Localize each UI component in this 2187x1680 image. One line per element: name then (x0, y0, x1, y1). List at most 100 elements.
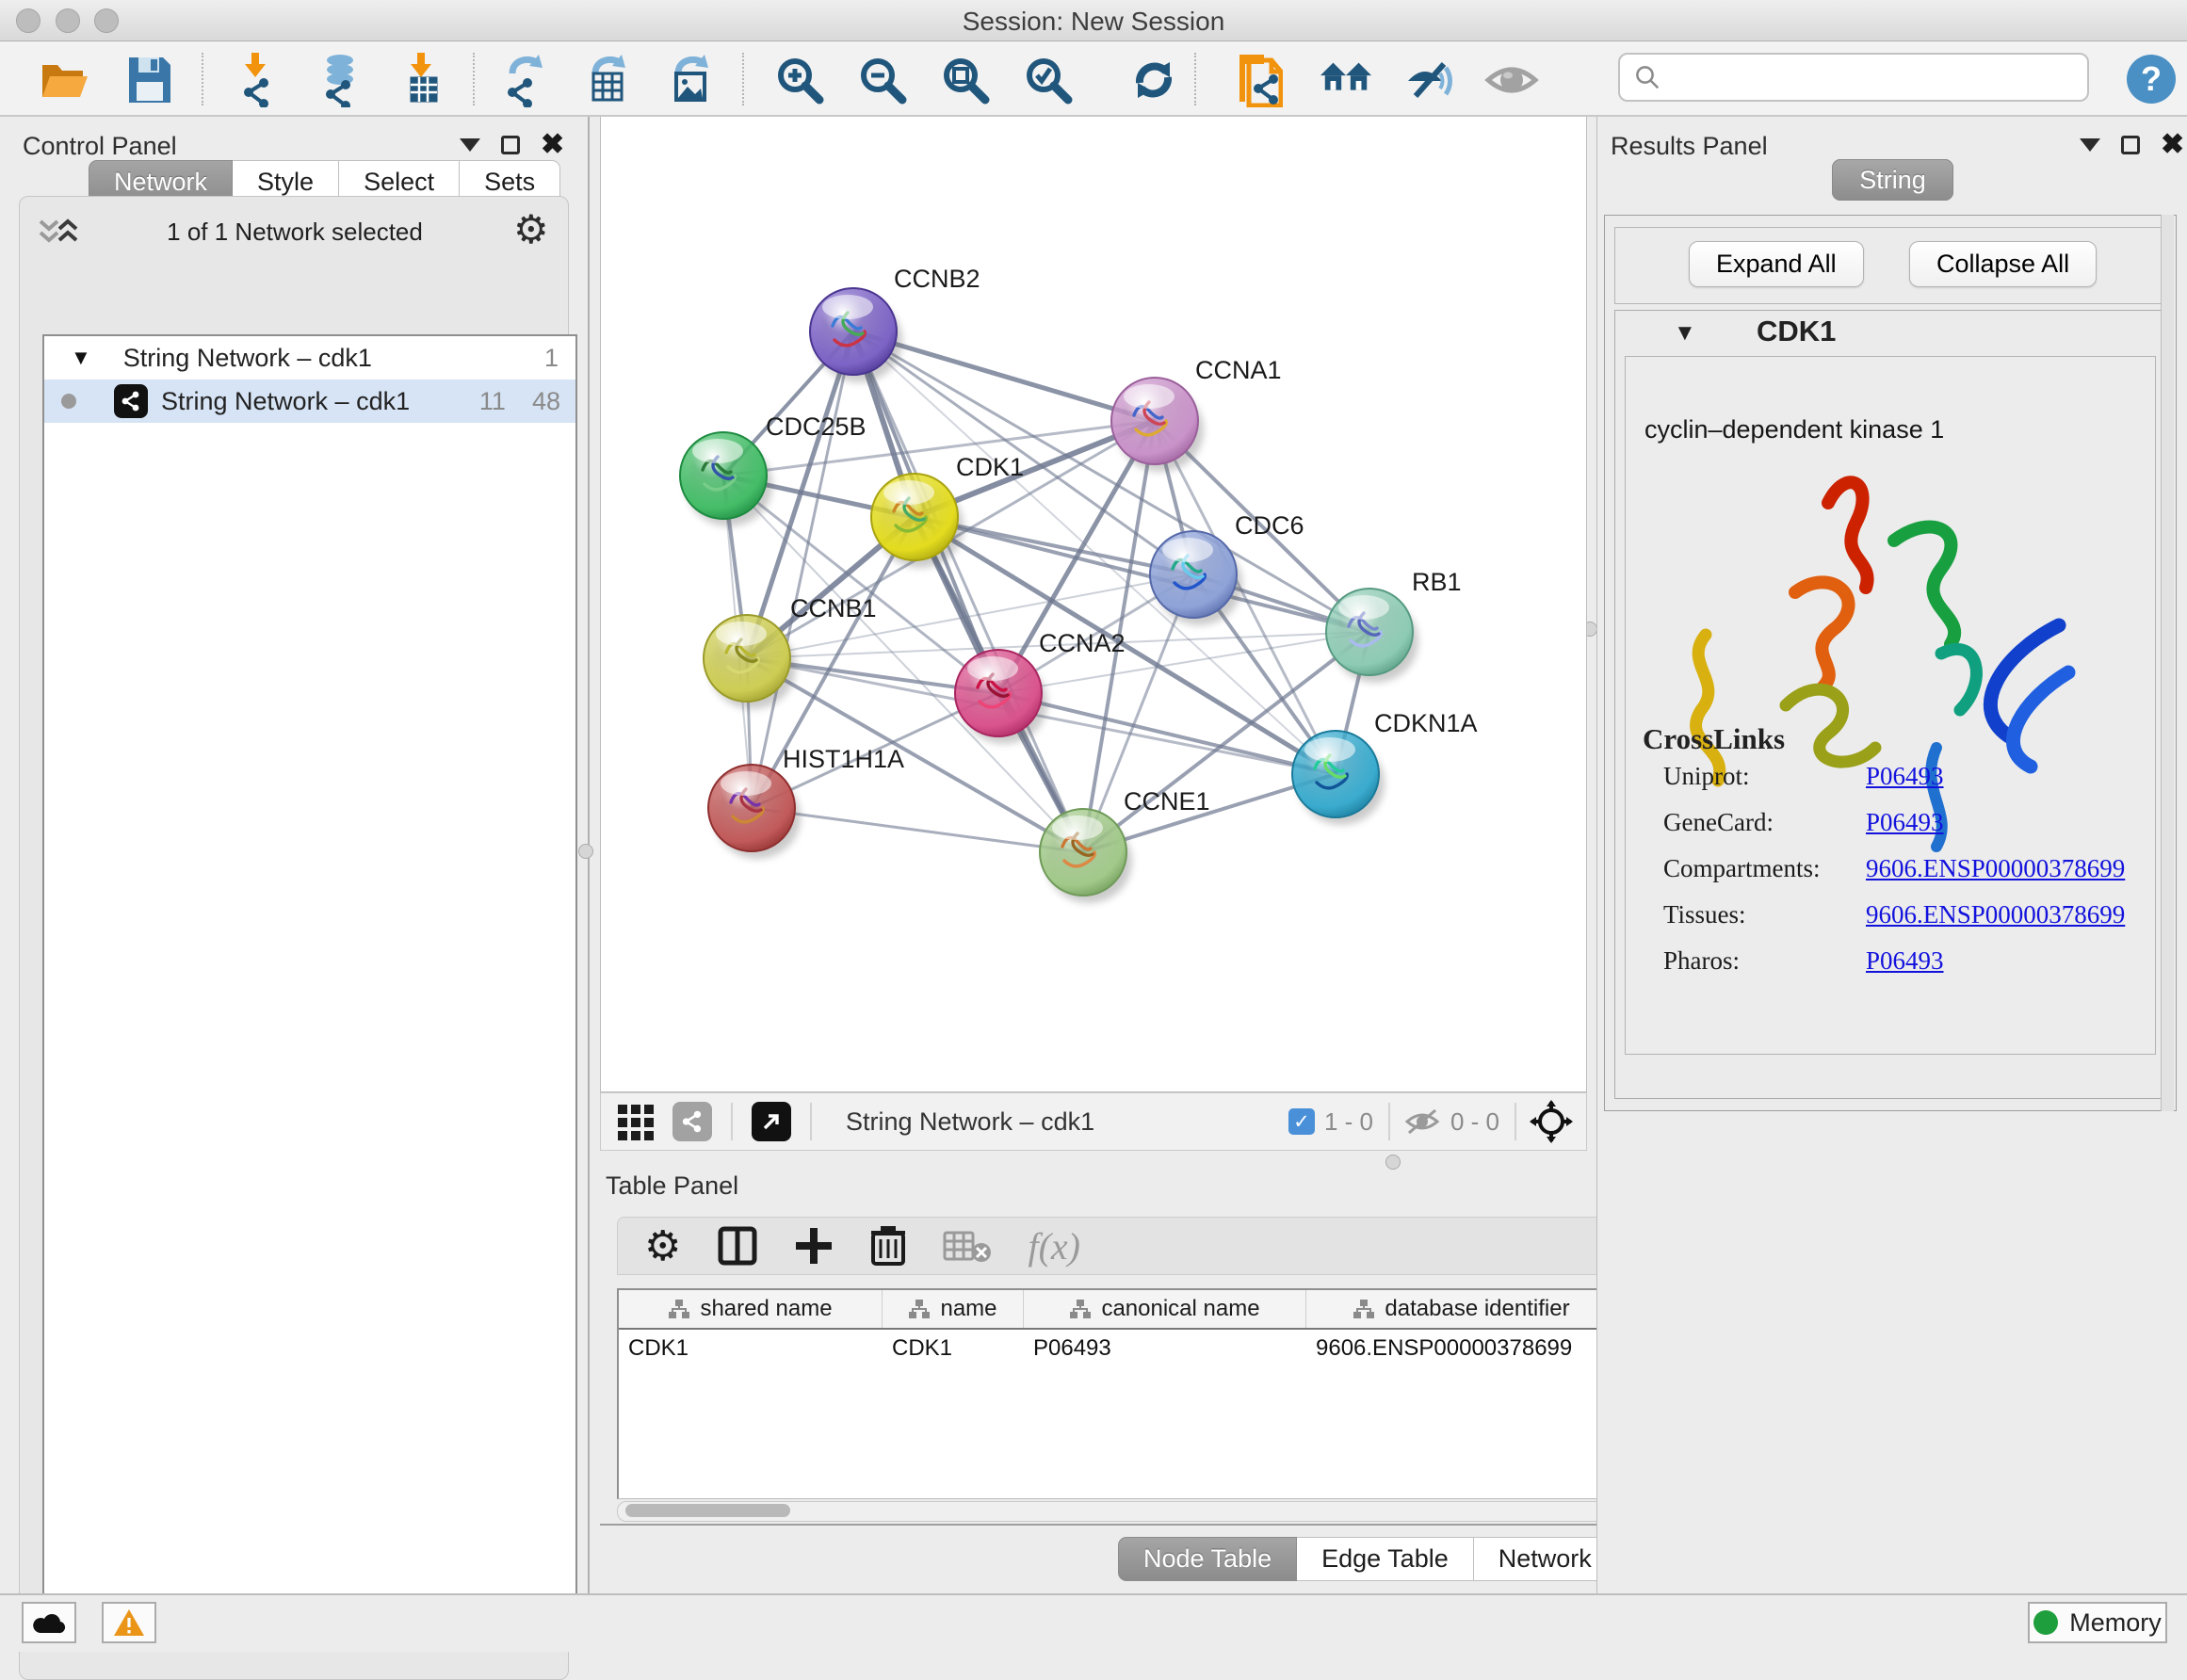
left-splitter-handle[interactable] (578, 844, 593, 859)
function-builder-icon[interactable]: f(x) (1028, 1224, 1080, 1268)
collapse-panel-icon[interactable] (460, 138, 480, 152)
grid-view-icon[interactable] (616, 1101, 657, 1142)
network-selected-status: 1 of 1 Network selected (20, 218, 570, 247)
fit-content-target-icon[interactable] (1530, 1100, 1573, 1143)
doc-share-icon[interactable] (1232, 53, 1287, 107)
column-header-shared-name[interactable]: shared name (619, 1290, 883, 1328)
node-HIST1H1A[interactable]: HIST1H1A (708, 745, 904, 859)
network-canvas[interactable]: CCNB2 CCNA1 CDC25B CDK1 (600, 117, 1587, 1092)
node-label-CCNE1: CCNE1 (1124, 787, 1210, 816)
crosslink-link[interactable]: P06493 (1866, 808, 1944, 837)
expand-all-button[interactable]: Expand All (1689, 241, 1864, 287)
column-header-name[interactable]: name (883, 1290, 1024, 1328)
collapse-panel-icon[interactable] (2080, 138, 2100, 152)
zoom-fit-icon[interactable] (938, 53, 993, 107)
edge-CCNB2-CCNE1[interactable] (853, 331, 1083, 852)
network-options-gear-icon[interactable]: ⚙ (513, 206, 549, 252)
table-cell[interactable]: CDK1 (883, 1330, 1024, 1369)
edge-HIST1H1A-CCNE1[interactable] (752, 808, 1083, 852)
expand-arrow-icon[interactable]: ▼ (71, 346, 91, 370)
open-folder-icon[interactable] (38, 53, 92, 107)
section-collapse-arrow-icon[interactable]: ▼ (1674, 320, 1696, 347)
node-label-CCNA2: CCNA2 (1039, 629, 1126, 657)
search-box[interactable] (1618, 53, 2089, 102)
toolbar-separator (202, 53, 203, 105)
save-icon[interactable] (122, 53, 177, 107)
control-panel-title: Control Panel (23, 132, 177, 161)
selected-checkbox-icon[interactable]: ✓ (1288, 1108, 1315, 1135)
import-table-icon[interactable] (396, 53, 450, 107)
table-cell[interactable]: 9606.ENSP00000378699 (1306, 1330, 1617, 1369)
node-label-CCNA1: CCNA1 (1195, 356, 1282, 384)
string-results-container: Expand All Collapse All ▼ CDK1 cyclin–de… (1604, 215, 2177, 1111)
control-panel: Control Panel ✖ NetworkStyleSelectSets 1… (0, 117, 590, 1593)
scrollbar-thumb[interactable] (625, 1504, 790, 1517)
zoom-out-icon[interactable] (855, 53, 910, 107)
delete-column-icon[interactable] (869, 1224, 907, 1268)
node-CCNA1[interactable]: CCNA1 (1111, 356, 1282, 472)
export-table-icon[interactable] (580, 53, 635, 107)
close-panel-icon[interactable]: ✖ (2161, 136, 2184, 154)
cloud-status-button[interactable] (22, 1602, 76, 1643)
crosslink-row: Compartments: 9606.ENSP00000378699 (1663, 854, 2134, 883)
node-CDKN1A[interactable]: CDKN1A (1292, 709, 1478, 825)
results-scrollbar[interactable] (2161, 215, 2174, 1111)
node-RB1[interactable]: RB1 (1326, 568, 1462, 683)
table-cell[interactable]: P06493 (1024, 1330, 1306, 1369)
crosslink-link[interactable]: 9606.ENSP00000378699 (1866, 900, 2125, 929)
float-panel-icon[interactable] (501, 136, 520, 154)
crosslink-label: GeneCard: (1663, 808, 1866, 837)
crosslink-label: Compartments: (1663, 854, 1866, 883)
node-CCNE1[interactable]: CCNE1 (1040, 787, 1210, 903)
search-input[interactable] (1661, 63, 2066, 92)
export-network-icon[interactable] (497, 53, 552, 107)
add-column-icon[interactable] (794, 1226, 834, 1266)
table-cell[interactable]: CDK1 (619, 1330, 883, 1369)
zoom-in-icon[interactable] (772, 53, 827, 107)
svg-text:?: ? (2141, 59, 2162, 98)
network-view-toolbar: String Network – cdk1 ✓ 1 - 0 0 - 0 (600, 1092, 1587, 1151)
import-database-icon[interactable] (311, 53, 365, 107)
table-settings-gear-icon[interactable]: ⚙ (644, 1222, 681, 1270)
import-network-icon[interactable] (230, 53, 284, 107)
export-image-icon[interactable] (663, 53, 718, 107)
tab-node-table[interactable]: Node Table (1118, 1537, 1297, 1581)
hide-eye-icon[interactable] (1401, 53, 1456, 107)
zoom-selected-icon[interactable] (1021, 53, 1076, 107)
crosslink-link[interactable]: P06493 (1866, 946, 1944, 976)
tab-edge-table[interactable]: Edge Table (1297, 1537, 1474, 1581)
node-CCNB2[interactable]: CCNB2 (810, 265, 980, 382)
collapse-all-button[interactable]: Collapse All (1909, 241, 2097, 287)
network-edges (723, 331, 1369, 852)
close-panel-icon[interactable]: ✖ (541, 136, 564, 154)
home-pages-icon[interactable] (1319, 53, 1373, 107)
network-row-selected[interactable]: String Network – cdk1 11 48 (44, 380, 575, 423)
refresh-icon[interactable] (1126, 53, 1181, 107)
delete-table-icon[interactable] (943, 1227, 992, 1265)
crosslink-link[interactable]: 9606.ENSP00000378699 (1866, 854, 2125, 883)
column-header-canonical-name[interactable]: canonical name (1024, 1290, 1306, 1328)
show-columns-icon[interactable] (717, 1225, 758, 1267)
expand-collapse-box: Expand All Collapse All (1614, 227, 2166, 304)
gene-name: CDK1 (1757, 315, 1836, 348)
results-panel-window-controls: ✖ (2080, 136, 2184, 154)
node-count: 11 (479, 387, 506, 416)
column-header-database-identifier[interactable]: database identifier (1306, 1290, 1617, 1328)
edge-CCNB2-HIST1H1A[interactable] (752, 331, 853, 808)
memory-button[interactable]: Memory (2028, 1602, 2167, 1643)
network-collection-row[interactable]: ▼ String Network – cdk1 1 (44, 336, 575, 380)
collection-count: 1 (544, 344, 559, 373)
detach-view-icon[interactable] (752, 1102, 791, 1141)
float-panel-icon[interactable] (2121, 136, 2140, 154)
crosslink-link[interactable]: P06493 (1866, 762, 1944, 791)
crosslink-row: Tissues: 9606.ENSP00000378699 (1663, 900, 2134, 929)
tab-string[interactable]: String (1832, 159, 1953, 201)
warnings-button[interactable] (102, 1602, 156, 1643)
node-CCNB1[interactable]: CCNB1 (704, 594, 877, 709)
help-button[interactable]: ? (2125, 53, 2178, 105)
hidden-eye-icon[interactable] (1403, 1107, 1441, 1137)
network-overview-icon[interactable] (672, 1102, 712, 1141)
eye-disabled-icon[interactable] (1484, 53, 1539, 107)
crosslink-label: Uniprot: (1663, 762, 1866, 791)
crosslinks-title: CrossLinks (1643, 722, 1785, 756)
